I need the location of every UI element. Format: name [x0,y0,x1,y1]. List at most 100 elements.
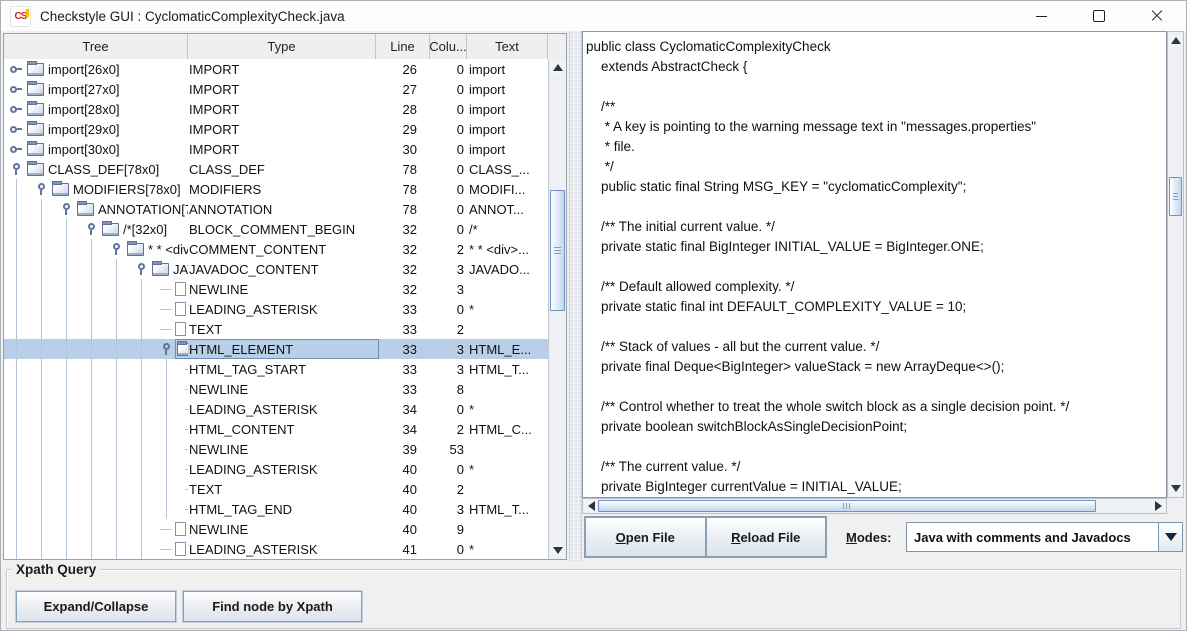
scrollbar-thumb[interactable] [1169,177,1182,216]
table-row[interactable]: import[29x0]IMPORT290import [4,119,549,139]
expand-handle-icon[interactable] [60,203,72,215]
type-cell: MODIFIERS [188,179,376,199]
table-row[interactable]: /*[32x0]BLOCK_COMMENT_BEGIN320/* [4,219,549,239]
collapse-handle-icon[interactable] [10,143,22,155]
table-row[interactable]: TEXTTEXT332 [4,319,549,339]
scroll-up-button[interactable] [1169,33,1182,48]
tree-guide-line [91,239,92,259]
tree-vertical-scrollbar[interactable] [548,59,566,559]
scrollbar-thumb[interactable] [598,500,1096,512]
collapse-handle-icon[interactable] [10,63,22,75]
tree-node: * * <div>... [110,239,188,259]
column-header-line[interactable]: Line [376,34,430,59]
tree-node: NEWLINE [185,379,188,399]
text-cell [467,379,547,399]
table-row[interactable]: import[26x0]IMPORT260import [4,59,549,79]
table-row[interactable]: HTML_CONTENTHTML_CONTENT342HTML_C... [4,419,549,439]
scrollbar-thumb[interactable] [550,190,565,311]
table-row[interactable]: LEADING_ASTERISKLEADING_ASTERISK410* [4,539,549,559]
source-code-view[interactable]: public class CyclomaticComplexityCheck e… [582,31,1167,498]
find-node-by-xpath-button[interactable]: Find node by Xpath [183,591,362,622]
file-buttons-panel: Open File Reload File [584,516,827,558]
scroll-down-button[interactable] [550,543,565,558]
open-file-button[interactable]: Open File [585,517,706,557]
table-row[interactable]: NEWLINENEWLINE323 [4,279,549,299]
code-line: /** Default allowed complexity. */ [586,277,1166,297]
column-header-filler [548,34,566,59]
table-row[interactable]: HTML_ELEMENTHTML_ELEMENT333HTML_E... [4,339,549,359]
table-row[interactable]: NEWLINENEWLINE3953 [4,439,549,459]
expand-handle-icon[interactable] [10,163,22,175]
tree-guide-line [41,439,42,459]
line-cell: 40 [376,499,430,519]
table-row[interactable]: import[30x0]IMPORT300import [4,139,549,159]
table-row[interactable]: NEWLINENEWLINE409 [4,519,549,539]
column-header-type[interactable]: Type [188,34,376,59]
table-row[interactable]: MODIFIERS[78x0]MODIFIERS780MODIFI... [4,179,549,199]
table-row[interactable]: ANNOTATION[78x0]ANNOTATION780ANNOT... [4,199,549,219]
tree-guide-line [166,419,167,439]
table-row[interactable]: LEADING_ASTERISKLEADING_ASTERISK340* [4,399,549,419]
tree-cell: TEXT [4,479,188,499]
tree-guide-line [91,499,92,519]
tree-guide-line [16,439,17,459]
tree-cell: TEXT [4,319,188,339]
table-row[interactable]: import[28x0]IMPORT280import [4,99,549,119]
collapse-handle-icon[interactable] [10,123,22,135]
tree-node-label: import[29x0] [48,122,120,137]
expand-handle-icon[interactable] [85,223,97,235]
table-row[interactable]: HTML_TAG_ENDHTML_TAG_END403HTML_T... [4,499,549,519]
expand-collapse-button[interactable]: Expand/Collapse [16,591,176,622]
type-cell: LEADING_ASTERISK [188,399,376,419]
column-header-tree[interactable]: Tree [4,34,188,59]
column-header-text[interactable]: Text [467,34,548,59]
document-icon [175,322,186,336]
tree-node: CLASS_DEF[78x0] [10,159,159,179]
code-line: /** The initial current value. */ [586,217,1166,237]
tree-guide-line [16,359,17,379]
scroll-left-button[interactable] [584,500,598,512]
column-cell: 3 [430,259,467,279]
table-row[interactable]: HTML_TAG_STARTHTML_TAG_START333HTML_T... [4,359,549,379]
tree-cell: /*[32x0] [4,219,188,239]
scroll-right-button[interactable] [1151,500,1165,512]
tree-guide-line [91,479,92,499]
expand-handle-icon[interactable] [35,183,47,195]
tree-guide-line [116,399,117,419]
column-cell: 3 [430,339,467,359]
code-vertical-scrollbar[interactable] [1167,31,1184,498]
table-row[interactable]: LEADING_ASTERISKLEADING_ASTERISK330* [4,299,549,319]
collapse-handle-icon[interactable] [10,83,22,95]
table-row[interactable]: TEXTTEXT402 [4,479,549,499]
scroll-up-button[interactable] [550,60,565,75]
expand-handle-icon[interactable] [135,263,147,275]
tree-guide-line [41,319,42,339]
table-row[interactable]: NEWLINENEWLINE338 [4,379,549,399]
code-horizontal-scrollbar[interactable] [582,498,1167,514]
text-cell: /* [467,219,547,239]
expand-handle-icon[interactable] [160,343,172,355]
tree-guide-line [66,259,67,279]
split-pane-divider[interactable] [569,31,582,561]
table-row[interactable]: * * <div>...COMMENT_CONTENT322* * <div>.… [4,239,549,259]
scroll-down-button[interactable] [1169,481,1182,496]
table-row[interactable]: JAVADOC_CONTENTJAVADOC_CONTENT323JAVADO.… [4,259,549,279]
close-button[interactable] [1128,1,1186,31]
reload-file-button[interactable]: Reload File [706,517,827,557]
table-row[interactable]: CLASS_DEF[78x0]CLASS_DEF780CLASS_... [4,159,549,179]
modes-combobox-arrow[interactable] [1158,522,1183,552]
collapse-handle-icon[interactable] [10,103,22,115]
table-row[interactable]: LEADING_ASTERISKLEADING_ASTERISK400* [4,459,549,479]
file-controls: Open File Reload File Modes: Java with c… [582,514,1184,561]
expand-handle-icon[interactable] [110,243,122,255]
table-row[interactable]: import[27x0]IMPORT270import [4,79,549,99]
text-cell: * [467,539,547,559]
close-icon [1151,10,1163,22]
column-header-column[interactable]: Colu... [430,34,467,59]
tree-guide-line [16,339,17,359]
minimize-button[interactable] [1012,1,1070,31]
text-cell: * [467,299,547,319]
maximize-button[interactable] [1070,1,1128,31]
modes-combobox[interactable]: Java with comments and Javadocs [906,522,1159,552]
tree-cell: import[29x0] [4,119,188,139]
